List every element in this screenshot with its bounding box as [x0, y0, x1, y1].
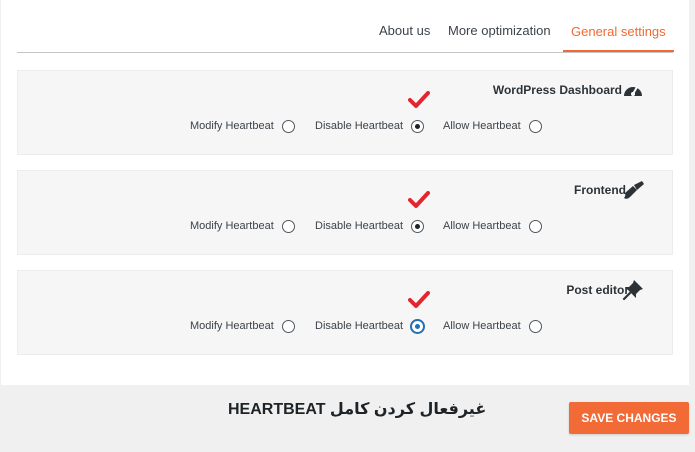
option-modify-heartbeat[interactable]: Modify Heartbeat: [190, 318, 295, 334]
option-label: Allow Heartbeat: [443, 220, 521, 232]
modify-heartbeat-radio[interactable]: [281, 319, 295, 333]
option-modify-heartbeat[interactable]: Modify Heartbeat: [190, 218, 295, 234]
checkmark-icon: [408, 291, 430, 308]
option-label: Disable Heartbeat: [315, 120, 404, 132]
option-label: Disable Heartbeat: [315, 220, 404, 232]
checkmark-icon: [408, 91, 430, 108]
disable-heartbeat-radio[interactable]: [411, 119, 425, 133]
allow-heartbeat-radio[interactable]: [528, 319, 542, 333]
dashboard-gauge-icon: [624, 86, 642, 96]
option-disable-heartbeat[interactable]: Disable Heartbeat: [315, 218, 425, 234]
section-wordpress-dashboard: WordPress Dashboard Modify Heartbeat Dis…: [17, 70, 673, 155]
caption-text: غیرفعال کردن کامل HEARTBEAT: [228, 401, 487, 418]
option-allow-heartbeat[interactable]: Allow Heartbeat: [443, 318, 542, 334]
allow-heartbeat-radio[interactable]: [528, 219, 542, 233]
option-label: Disable Heartbeat: [315, 320, 404, 332]
option-label: Allow Heartbeat: [443, 120, 521, 132]
section-title: Frontend: [574, 183, 626, 197]
save-changes-button[interactable]: SAVE CHANGES: [569, 402, 689, 434]
option-allow-heartbeat[interactable]: Allow Heartbeat: [443, 218, 542, 234]
option-modify-heartbeat[interactable]: Modify Heartbeat: [190, 118, 295, 134]
section-title: Post editor: [566, 283, 629, 297]
checkmark-icon: [408, 191, 430, 208]
modify-heartbeat-radio[interactable]: [281, 219, 295, 233]
settings-panel: About us More optimization General setti…: [1, 0, 689, 385]
option-label: Modify Heartbeat: [190, 320, 274, 332]
section-post-editor: Post editor Modify Heartbeat Disable Hea…: [17, 270, 673, 355]
tab-more-optimization[interactable]: More optimization: [448, 23, 551, 38]
option-label: Allow Heartbeat: [443, 320, 521, 332]
pin-icon: [622, 280, 643, 301]
tab-bar: About us More optimization General setti…: [17, 14, 674, 53]
option-disable-heartbeat[interactable]: Disable Heartbeat: [315, 318, 425, 334]
modify-heartbeat-radio[interactable]: [281, 119, 295, 133]
disable-heartbeat-radio[interactable]: [411, 219, 425, 233]
paint-brush-icon: [624, 181, 644, 199]
option-label: Modify Heartbeat: [190, 120, 274, 132]
allow-heartbeat-radio[interactable]: [528, 119, 542, 133]
option-label: Modify Heartbeat: [190, 220, 274, 232]
tab-general-settings[interactable]: General settings: [563, 14, 674, 52]
tab-about-us[interactable]: About us: [379, 23, 430, 38]
option-allow-heartbeat[interactable]: Allow Heartbeat: [443, 118, 542, 134]
disable-heartbeat-radio[interactable]: [411, 319, 425, 333]
section-frontend: Frontend Modify Heartbeat Disable Heartb…: [17, 170, 673, 255]
option-disable-heartbeat[interactable]: Disable Heartbeat: [315, 118, 425, 134]
section-title: WordPress Dashboard: [492, 83, 622, 97]
